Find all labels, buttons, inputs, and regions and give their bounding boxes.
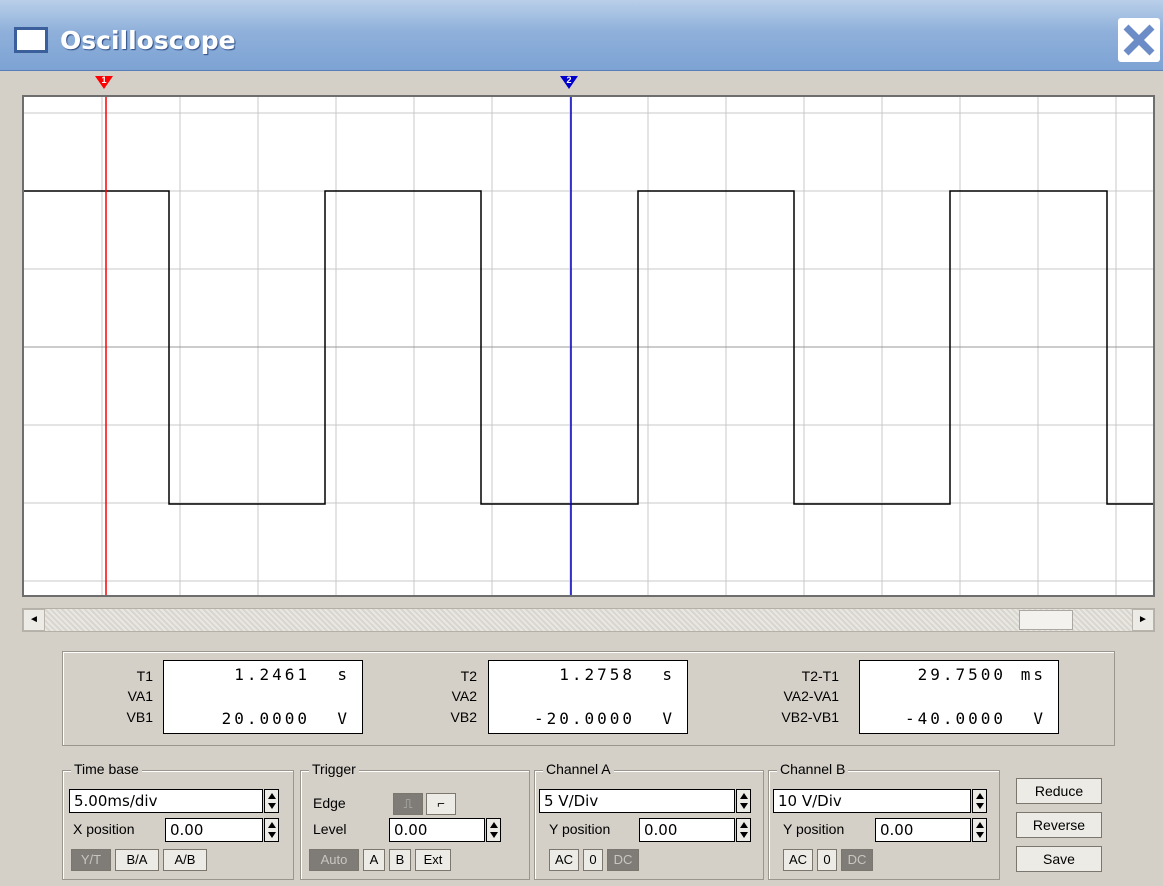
scroll-left-button[interactable]: ◄: [23, 609, 45, 631]
save-button[interactable]: Save: [1016, 846, 1102, 872]
channel-a-legend: Channel A: [543, 761, 614, 777]
va2-label: VA2: [451, 688, 477, 704]
x-position-label: X position: [73, 821, 135, 837]
cursor-readout-panel: T1 VA1 VB1 1.2461 s 20.0000 V T2 VA2 VB2 1…: [62, 651, 1115, 746]
window-icon: [14, 27, 48, 53]
channel-b-scale-field[interactable]: 10 V/Div: [773, 789, 971, 813]
timebase-group: Time base 5.00ms/div X position 0.00 Y/T…: [62, 761, 294, 880]
close-icon: [1123, 24, 1155, 56]
channel-b-ac-button[interactable]: AC: [783, 849, 813, 871]
vb2-label: VB2: [450, 709, 477, 725]
t2-value-box: 1.2758 s -20.0000 V: [488, 660, 688, 734]
x-position-field[interactable]: 0.00: [165, 818, 263, 842]
reverse-button[interactable]: Reverse: [1016, 812, 1102, 838]
edge-label: Edge: [313, 795, 346, 811]
channel-a-scale-spinner[interactable]: [736, 789, 751, 813]
trigger-auto-button[interactable]: Auto: [309, 849, 359, 871]
channel-b-scale-spinner[interactable]: [972, 789, 987, 813]
waveform-plot: [24, 97, 1153, 595]
falling-edge-icon[interactable]: ⌐: [426, 793, 456, 815]
channel-b-ypos-spinner[interactable]: [972, 818, 987, 842]
time-scrollbar[interactable]: ◄ ►: [22, 608, 1155, 632]
channel-b-group: Channel B 10 V/Div Y position 0.00 AC 0 …: [768, 761, 1000, 880]
t1-label: T1: [136, 668, 153, 684]
cursor-2-label: 2: [566, 75, 572, 85]
scroll-thumb[interactable]: [1019, 610, 1073, 630]
t1-value-box: 1.2461 s 20.0000 V: [163, 660, 363, 734]
channel-a-ypos-field[interactable]: 0.00: [639, 818, 735, 842]
x-position-spinner[interactable]: [264, 818, 279, 842]
vb2-vb1-label: VB2-VB1: [781, 709, 839, 725]
vb1-label: VB1: [126, 709, 153, 725]
trigger-ext-button[interactable]: Ext: [415, 849, 451, 871]
diff-time-value: 29.7500: [917, 665, 1006, 684]
vb2-unit: V: [662, 709, 675, 728]
ba-mode-button[interactable]: B/A: [115, 849, 159, 871]
vb1-unit: V: [337, 709, 350, 728]
channel-a-group: Channel A 5 V/Div Y position 0.00 AC 0 D…: [534, 761, 764, 880]
t1-time-value: 1.2461: [234, 665, 310, 684]
timebase-scale-field[interactable]: 5.00ms/div: [69, 789, 263, 813]
diff-vb-value: -40.0000: [904, 709, 1006, 728]
t2-time-value: 1.2758: [559, 665, 635, 684]
t1-time-unit: s: [337, 665, 350, 684]
timebase-scale-spinner[interactable]: [264, 789, 279, 813]
trigger-level-field[interactable]: 0.00: [389, 818, 485, 842]
channel-b-ypos-field[interactable]: 0.00: [875, 818, 971, 842]
rising-edge-icon[interactable]: ⎍: [393, 793, 423, 815]
timebase-legend: Time base: [71, 761, 142, 777]
window-title: Oscilloscope: [60, 26, 236, 55]
channel-b-legend: Channel B: [777, 761, 849, 777]
va2-va1-label: VA2-VA1: [783, 688, 839, 704]
t2-time-unit: s: [662, 665, 675, 684]
trigger-level-spinner[interactable]: [486, 818, 501, 842]
t2-label: T2: [460, 668, 477, 684]
reduce-button[interactable]: Reduce: [1016, 778, 1102, 804]
channel-a-dc-button[interactable]: DC: [607, 849, 639, 871]
cursor-1-label: 1: [101, 75, 107, 85]
ab-mode-button[interactable]: A/B: [163, 849, 207, 871]
diff-time-unit: ms: [1020, 665, 1046, 684]
channel-a-ypos-label: Y position: [549, 821, 611, 837]
channel-a-scale-field[interactable]: 5 V/Div: [539, 789, 735, 813]
diff-value-box: 29.7500 ms -40.0000 V: [859, 660, 1059, 734]
scroll-right-button[interactable]: ►: [1132, 609, 1154, 631]
diff-vb-unit: V: [1033, 709, 1046, 728]
trigger-group: Trigger Edge ⎍ ⌐ Level 0.00 Auto A B Ext: [300, 761, 530, 880]
vb2-value: -20.0000: [533, 709, 635, 728]
channel-a-ac-button[interactable]: AC: [549, 849, 579, 871]
close-button[interactable]: [1118, 18, 1160, 62]
level-label: Level: [313, 821, 347, 837]
title-bar[interactable]: Oscilloscope: [0, 0, 1163, 71]
scope-display[interactable]: [22, 95, 1155, 597]
vb1-value: 20.0000: [221, 709, 310, 728]
yt-mode-button[interactable]: Y/T: [71, 849, 111, 871]
trigger-legend: Trigger: [309, 761, 359, 777]
channel-b-zero-button[interactable]: 0: [817, 849, 837, 871]
va1-label: VA1: [127, 688, 153, 704]
channel-b-ypos-label: Y position: [783, 821, 845, 837]
t2-t1-label: T2-T1: [801, 668, 839, 684]
trigger-a-button[interactable]: A: [363, 849, 385, 871]
channel-a-ypos-spinner[interactable]: [736, 818, 751, 842]
trigger-b-button[interactable]: B: [389, 849, 411, 871]
channel-a-zero-button[interactable]: 0: [583, 849, 603, 871]
channel-b-dc-button[interactable]: DC: [841, 849, 873, 871]
oscilloscope-window: Oscilloscope 1 2 ◄ ► T1 VA1 VB1 1.2461 s: [0, 0, 1163, 886]
